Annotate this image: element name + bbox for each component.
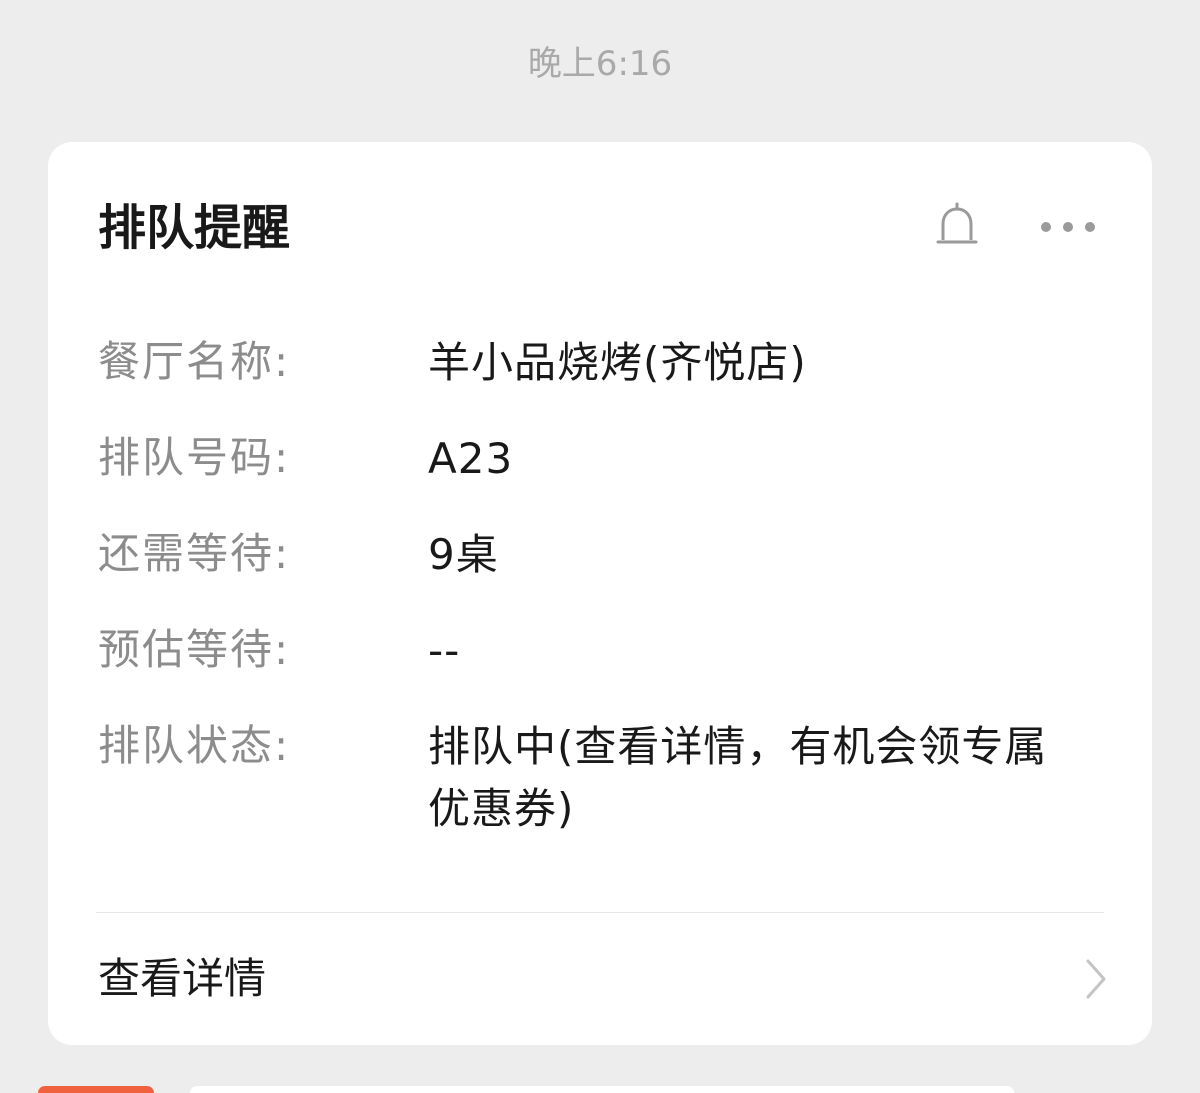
- field-value: 9桌: [428, 530, 499, 579]
- queue-reminder-card[interactable]: 排队提醒 餐厅名称: 羊小品烧烤(齐悦店) 排队号码: A23 还需等待: 9桌…: [48, 142, 1152, 1045]
- bell-icon: [936, 202, 978, 244]
- field-value: --: [428, 626, 461, 675]
- next-message-avatar[interactable]: [38, 1086, 154, 1093]
- card-title: 排队提醒: [98, 200, 291, 256]
- field-value: 羊小品烧烤(齐悦店): [428, 338, 807, 387]
- field-label: 排队状态:: [98, 721, 291, 770]
- more-options-button[interactable]: [1038, 212, 1098, 242]
- message-timestamp: 晚上6:16: [527, 44, 673, 84]
- field-label: 餐厅名称:: [98, 337, 291, 386]
- view-details-label: 查看详情: [98, 954, 267, 1003]
- view-details-link[interactable]: 查看详情: [48, 913, 1152, 1045]
- more-icon: [1041, 222, 1095, 232]
- field-value: 排队中(查看详情，有机会领专属优惠券): [428, 722, 1048, 833]
- field-label: 预估等待:: [98, 625, 291, 674]
- next-message-bubble[interactable]: [190, 1086, 1014, 1093]
- field-value: A23: [428, 434, 514, 483]
- chevron-right-icon: [1086, 959, 1106, 999]
- mute-notification-button[interactable]: [932, 200, 982, 254]
- field-label: 排队号码:: [98, 433, 291, 482]
- field-label: 还需等待:: [98, 529, 291, 578]
